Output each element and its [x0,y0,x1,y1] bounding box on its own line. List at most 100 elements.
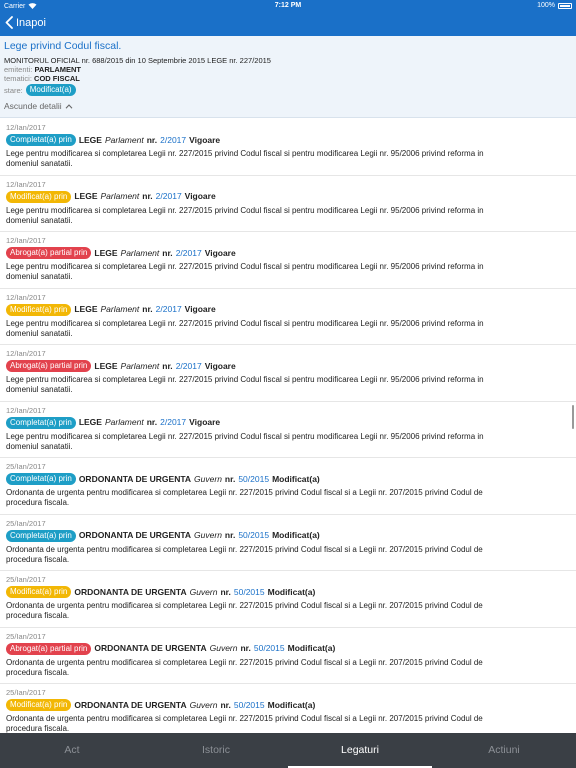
relation-badge: Completat(a) prin [6,473,76,485]
back-button[interactable]: Inapoi [5,16,46,29]
act-title: Lege privind Codul fiscal. [4,40,122,52]
item-date: 12/Ian/2017 [6,123,46,132]
act-emitent: Guvern [189,586,218,597]
tab-legaturi[interactable]: Legaturi [288,733,432,768]
list-item[interactable]: 12/Ian/2017 Modificat(a) prin LEGE Parla… [0,289,576,345]
list-item[interactable]: 12/Ian/2017 Abrogat(a) partial prin LEGE… [0,345,576,402]
act-nr-label: nr. [240,643,251,653]
relation-badge: Abrogat(a) partial prin [6,642,92,655]
item-header: Completat(a) prin ORDONANTA DE URGENTA G… [6,529,570,542]
act-type: LEGE [94,247,118,258]
tab-act[interactable]: Act [0,733,144,768]
act-emitent: Parlament [100,304,140,314]
act-number-link[interactable]: 2/2017 [160,135,186,146]
hide-details-label: Ascunde detalii [4,101,62,111]
act-nr-label: nr. [162,360,173,371]
item-description: Lege pentru modificarea si completarea L… [6,375,484,394]
status-time: 7:12 PM [274,2,302,9]
relation-badge: Modificat(a) prin [6,190,72,203]
act-emitent: Guvern [194,530,222,540]
tematica-label: tematici: [4,74,32,83]
list-item[interactable]: 25/Ian/2017 Modificat(a) prin ORDONANTA … [0,571,576,628]
act-number-link[interactable]: 2/2017 [156,304,182,315]
act-emitent: Parlament [104,134,144,145]
act-type: ORDONANTA DE URGENTA [78,473,192,484]
act-nr-label: nr. [142,304,153,314]
act-status: Vigoare [204,247,236,258]
act-number-link[interactable]: 2/2017 [176,361,202,372]
act-status: Modificat(a) [272,473,320,484]
list-item[interactable]: 12/Ian/2017 Completat(a) prin LEGE Parla… [0,119,576,176]
act-emitent: Parlament [100,191,140,201]
relation-badge: Completat(a) prin [6,134,76,146]
item-description: Lege pentru modificarea si completarea L… [6,431,484,451]
scroll-indicator[interactable] [572,405,574,429]
act-type: LEGE [78,417,102,427]
list-item[interactable]: 12/Ian/2017 Completat(a) prin LEGE Parla… [0,402,576,458]
act-number-link[interactable]: 2/2017 [176,248,202,259]
status-bar: Carrier 7:12 PM 100% [0,0,576,12]
tab-istoric[interactable]: Istoric [144,733,288,768]
act-number-link[interactable]: 50/2015 [234,700,265,711]
list-item[interactable]: 12/Ian/2017 Modificat(a) prin LEGE Parla… [0,176,576,232]
act-nr-label: nr. [224,530,236,540]
act-number-link[interactable]: 2/2017 [156,191,182,202]
act-number-link[interactable]: 50/2015 [234,587,265,598]
battery-icon [558,2,572,9]
act-number-link[interactable]: 50/2015 [238,530,269,541]
act-status: Vigoare [189,134,221,145]
item-header: Completat(a) prin ORDONANTA DE URGENTA G… [6,473,570,485]
links-list[interactable]: 12/Ian/2017 Completat(a) prin LEGE Parla… [0,119,576,733]
act-nr-label: nr. [220,586,231,597]
relation-badge: Completat(a) prin [6,416,76,429]
tab-bar: Act Istoric Legaturi Actiuni [0,733,576,768]
item-description: Ordonanta de urgenta pentru modificarea … [6,714,483,733]
emitent-label: emitenti: [4,65,33,74]
item-date: 25/Ian/2017 [6,518,46,528]
status-right: 100% [537,2,572,9]
act-status: Vigoare [184,304,216,314]
item-description: Ordonanta de urgenta pentru modificarea … [6,544,483,564]
act-tematica: tematici: COD FISCAL [4,74,572,83]
list-item[interactable]: 25/Ian/2017 Abrogat(a) partial prin ORDO… [0,628,576,684]
item-description: Lege pentru modificarea si completarea L… [6,149,484,168]
list-item[interactable]: 25/Ian/2017 Completat(a) prin ORDONANTA … [0,515,576,571]
act-number-link[interactable]: 2/2017 [160,417,186,428]
act-emitent: Parlament [104,417,144,427]
tab-actiuni[interactable]: Actiuni [432,733,576,768]
battery-percent: 100% [537,2,555,9]
nav-bar: Inapoi [0,12,576,36]
item-description: Lege pentru modificarea si completarea L… [6,318,484,338]
act-type: ORDONANTA DE URGENTA [94,643,207,653]
item-date: 12/Ian/2017 [6,405,46,415]
list-item[interactable]: 12/Ian/2017 Abrogat(a) partial prin LEGE… [0,232,576,289]
relation-badge: Modificat(a) prin [6,699,72,711]
stare-label: stare: [4,85,23,95]
item-header: Modificat(a) prin ORDONANTA DE URGENTA G… [6,699,570,711]
act-emitent: Parlament [120,247,160,258]
relation-badge: Modificat(a) prin [6,303,72,316]
chevron-left-icon [5,16,13,29]
act-nr-label: nr. [142,191,153,201]
hide-details-button[interactable]: Ascunde detalii [4,101,572,111]
stare-badge: Modificat(a) [25,84,76,96]
list-item[interactable]: 25/Ian/2017 Completat(a) prin ORDONANTA … [0,458,576,515]
act-stare: stare: Modificat(a) [4,84,572,96]
act-status: Modificat(a) [267,586,316,597]
act-nr-label: nr. [162,247,173,258]
relation-badge: Abrogat(a) partial prin [6,247,92,259]
act-emitent: Guvern [209,643,238,653]
act-type: ORDONANTA DE URGENTA [78,530,192,540]
act-number-link[interactable]: 50/2015 [254,643,285,654]
act-nr-label: nr. [146,134,158,145]
list-item[interactable]: 25/Ian/2017 Modificat(a) prin ORDONANTA … [0,684,576,733]
item-header: Completat(a) prin LEGE Parlament nr. 2/2… [6,416,570,429]
item-date: 25/Ian/2017 [6,462,46,471]
item-description: Lege pentru modificarea si completarea L… [6,205,484,225]
item-description: Lege pentru modificarea si completarea L… [6,262,484,281]
act-number-link[interactable]: 50/2015 [238,474,269,485]
emitent-value: PARLAMENT [34,65,81,74]
item-header: Modificat(a) prin LEGE Parlament nr. 2/2… [6,303,570,316]
tematica-value: COD FISCAL [34,74,80,83]
act-nr-label: nr. [146,417,158,427]
